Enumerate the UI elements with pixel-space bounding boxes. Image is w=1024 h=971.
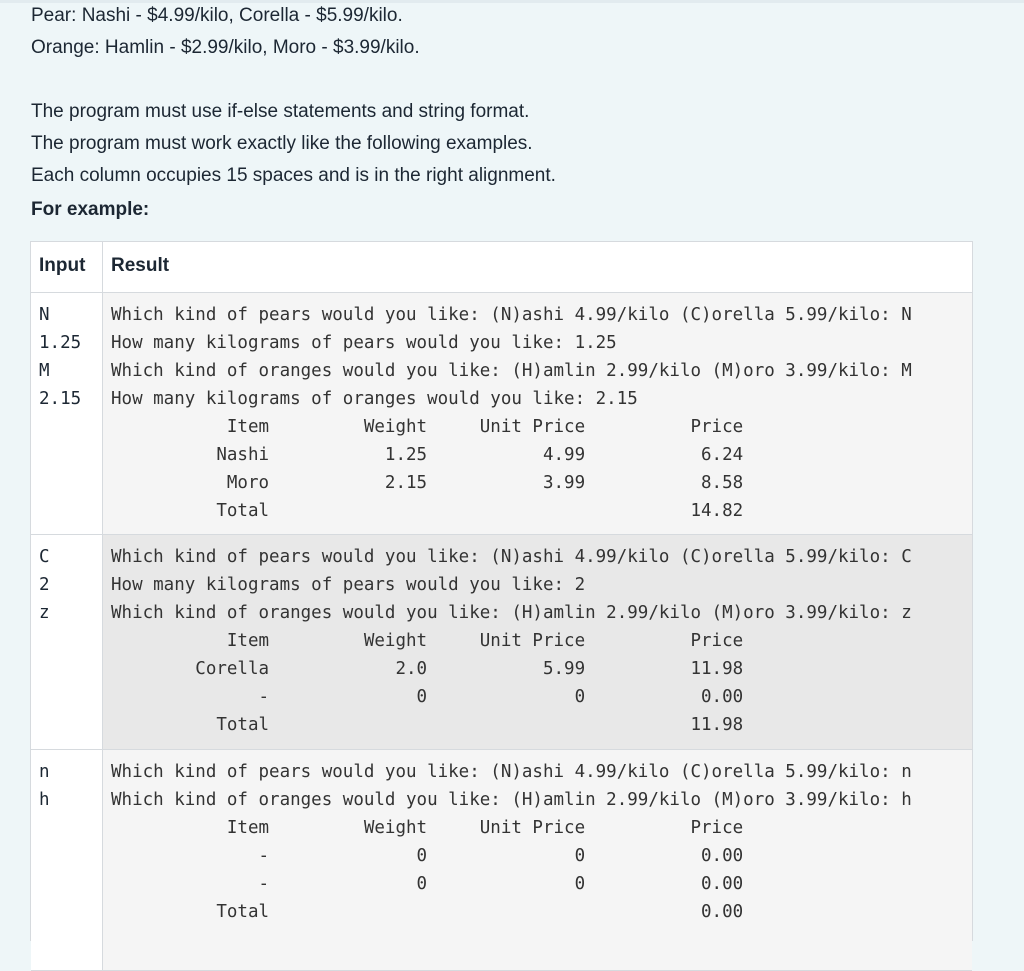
table-row: n h Which kind of pears would you like: … <box>31 750 972 971</box>
table-row: N 1.25 M 2.15 Which kind of pears would … <box>31 293 972 535</box>
result-cell: Which kind of pears would you like: (N)a… <box>103 293 972 534</box>
requirement-alignment: Each column occupies 15 spaces and is in… <box>31 165 556 186</box>
result-cell: Which kind of pears would you like: (N)a… <box>103 750 972 970</box>
result-cell: Which kind of pears would you like: (N)a… <box>103 535 972 749</box>
orange-prices: Orange: Hamlin - $2.99/kilo, Moro - $3.9… <box>31 37 420 58</box>
input-cell: N 1.25 M 2.15 <box>31 293 103 534</box>
input-cell: C 2 z <box>31 535 103 749</box>
problem-description: Pear: Nashi - $4.99/kilo, Corella - $5.9… <box>31 0 556 226</box>
requirement-if-else: The program must use if-else statements … <box>31 101 530 122</box>
table-row: C 2 z Which kind of pears would you like… <box>31 535 972 750</box>
pear-prices: Pear: Nashi - $4.99/kilo, Corella - $5.9… <box>31 5 403 26</box>
for-example-heading: For example: <box>31 199 150 220</box>
input-cell: n h <box>31 750 103 970</box>
result-column-header: Result <box>111 255 170 276</box>
examples-table: Input Result N 1.25 M 2.15 Which kind of… <box>30 241 973 971</box>
requirement-examples: The program must work exactly like the f… <box>31 133 533 154</box>
input-column-header: Input <box>31 242 103 292</box>
table-header: Input Result <box>31 242 972 293</box>
